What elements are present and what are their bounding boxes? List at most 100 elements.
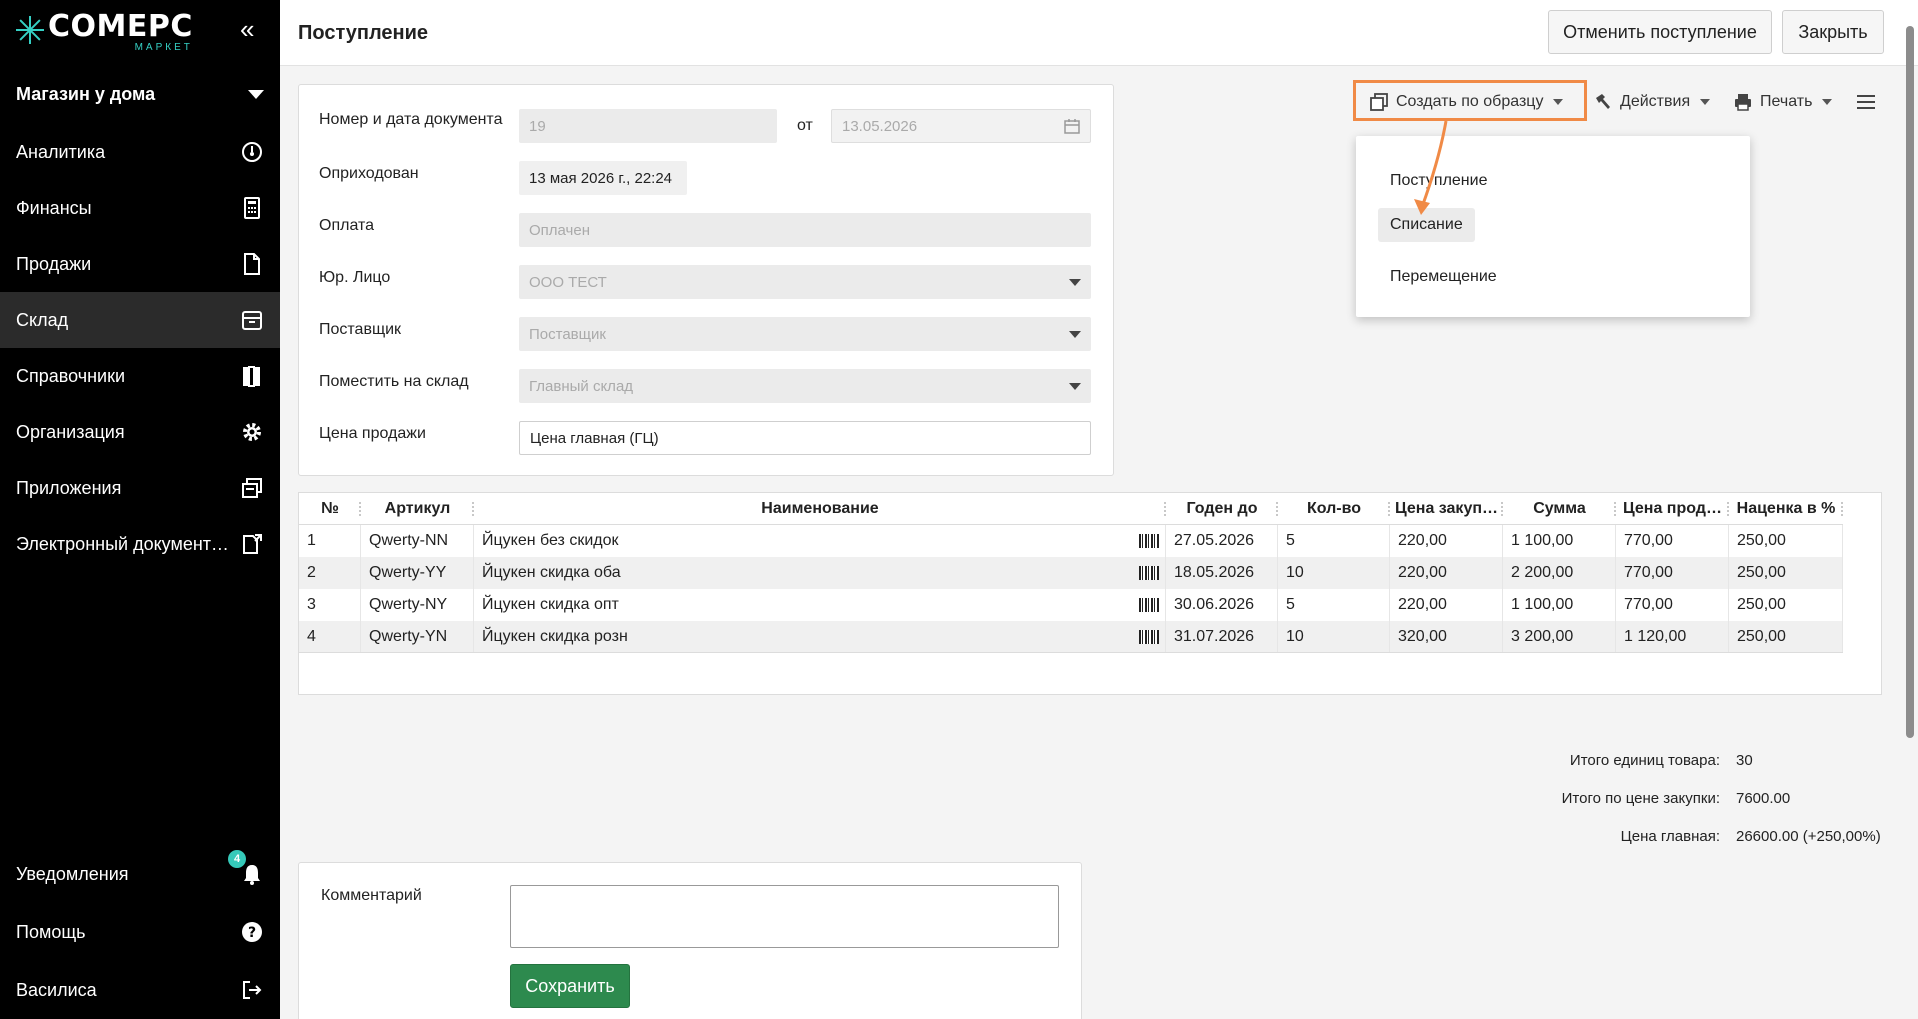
cell-name: Йцукен скидка оба	[474, 557, 1166, 589]
total-purchase-value: 7600.00	[1736, 790, 1791, 807]
nav-item-sales[interactable]: Продажи	[0, 236, 280, 292]
highlight-frame	[1353, 80, 1587, 121]
table-row[interactable]: 1 Qwerty-NN Йцукен без скидок 27.05.2026…	[299, 525, 1843, 557]
cancel-receipt-button[interactable]: Отменить поступление	[1548, 10, 1772, 54]
cell-markup: 250,00	[1729, 557, 1843, 589]
sale-price-value: Цена главная (ГЦ)	[530, 429, 659, 447]
menu-button[interactable]	[1856, 84, 1876, 120]
nav-item-apps[interactable]: Приложения	[0, 460, 280, 516]
col-header-markup[interactable]: Наценка в %	[1729, 493, 1843, 524]
cell-name-text: Йцукен скидка розн	[482, 627, 628, 645]
notifications-badge: 4	[228, 850, 246, 868]
col-header-sku[interactable]: Артикул	[361, 493, 474, 524]
nav-item-directories[interactable]: Справочники	[0, 348, 280, 404]
nav-item-user[interactable]: Василиса	[0, 961, 280, 1019]
cell-markup: 250,00	[1729, 525, 1843, 557]
nav-label: Приложения	[16, 477, 122, 498]
barcode-icon[interactable]	[1139, 629, 1159, 644]
doc-number-input[interactable]: 19	[519, 109, 777, 143]
doc-date-value: 13.05.2026	[842, 117, 918, 135]
edoc-icon	[240, 532, 264, 556]
nav-label: Аналитика	[16, 141, 106, 162]
save-button[interactable]: Сохранить	[510, 964, 630, 1008]
cell-sale-price: 770,00	[1616, 525, 1729, 557]
nav-item-warehouse[interactable]: Склад	[0, 292, 280, 348]
nav-item-finance[interactable]: Финансы	[0, 180, 280, 236]
hammer-icon	[1596, 94, 1610, 109]
warehouse-value: Главный склад	[529, 377, 634, 395]
barcode-icon[interactable]	[1139, 534, 1159, 548]
col-header-name[interactable]: Наименование	[474, 493, 1166, 524]
payment-value: Оплачен	[529, 221, 590, 239]
bell-icon: 4	[228, 850, 264, 886]
dropdown-item-transfer[interactable]: Перемещение	[1378, 260, 1509, 294]
posted-value-text: 13 мая 2026 г., 22:24	[529, 169, 673, 187]
box-icon	[240, 308, 264, 332]
cell-expiry: 18.05.2026	[1166, 557, 1278, 589]
table-row[interactable]: 2 Qwerty-YY Йцукен скидка оба 18.05.2026…	[299, 557, 1843, 589]
cell-markup: 250,00	[1729, 589, 1843, 621]
books-icon	[240, 364, 264, 388]
col-header-qty[interactable]: Кол-во	[1278, 493, 1390, 524]
nav-item-edoc[interactable]: Электронный документо…	[0, 516, 280, 572]
collapse-sidebar-icon[interactable]: «	[240, 16, 254, 42]
logo[interactable]: COMEPC МАРКЕТ	[16, 10, 193, 58]
cell-name-text: Йцукен без скидок	[482, 532, 619, 549]
barcode-icon[interactable]	[1139, 566, 1159, 580]
col-header-expiry[interactable]: Годен до	[1166, 493, 1278, 524]
doc-date-input[interactable]: 13.05.2026	[831, 109, 1091, 143]
sale-price-input[interactable]: Цена главная (ГЦ)	[519, 421, 1091, 455]
print-button[interactable]: Печать	[1734, 84, 1833, 120]
nav-label: Помощь	[16, 921, 86, 942]
nav-item-notifications[interactable]: Уведомления 4	[0, 845, 280, 903]
warehouse-select[interactable]: Главный склад	[519, 369, 1091, 403]
nav-label: Организация	[16, 421, 125, 442]
cell-qty: 10	[1278, 621, 1390, 652]
entity-value: ООО ТЕСТ	[529, 273, 607, 291]
supplier-select[interactable]: Поставщик	[519, 317, 1091, 351]
col-header-number[interactable]: №	[299, 493, 361, 524]
entity-select[interactable]: ООО ТЕСТ	[519, 265, 1091, 299]
nav-menu: Аналитика Финансы Продажи Склад Справочн…	[0, 124, 280, 572]
store-selector[interactable]: Магазин у дома	[0, 74, 280, 114]
col-header-sale-price[interactable]: Цена прод…	[1616, 493, 1729, 524]
comment-textarea[interactable]	[510, 885, 1059, 948]
table-row[interactable]: 3 Qwerty-NY Йцукен скидка опт 30.06.2026…	[299, 589, 1843, 621]
col-header-purchase-price[interactable]: Цена закуп…	[1390, 493, 1503, 524]
chevron-down-icon	[1700, 99, 1711, 105]
cell-sum: 1 100,00	[1503, 589, 1616, 621]
cell-sale-price: 1 120,00	[1616, 621, 1729, 652]
doc-number-label: Номер и дата документа	[319, 111, 503, 128]
page-scrollbar[interactable]	[1906, 26, 1914, 738]
hamburger-icon	[1857, 95, 1875, 109]
nav-item-organization[interactable]: Организация	[0, 404, 280, 460]
nav-item-help[interactable]: Помощь ?	[0, 903, 280, 961]
supplier-label: Поставщик	[319, 321, 402, 338]
total-purchase-label: Итого по цене закупки:	[1561, 790, 1720, 807]
cell-number: 2	[299, 557, 361, 589]
cell-sku: Qwerty-NY	[361, 589, 474, 621]
table-row[interactable]: 4 Qwerty-YN Йцукен скидка розн 31.07.202…	[299, 621, 1843, 653]
cell-purchase-price: 320,00	[1390, 621, 1503, 652]
comment-label: Комментарий	[321, 887, 422, 904]
cell-name: Йцукен скидка розн	[474, 621, 1166, 652]
close-button[interactable]: Закрыть	[1782, 10, 1884, 54]
cell-qty: 10	[1278, 557, 1390, 589]
cell-purchase-price: 220,00	[1390, 525, 1503, 557]
nav-label: Уведомления	[16, 863, 129, 884]
actions-button[interactable]: Действия	[1594, 84, 1711, 120]
page-title: Поступление	[298, 22, 429, 44]
payment-input[interactable]: Оплачен	[519, 213, 1091, 247]
warehouse-label: Поместить на склад	[319, 373, 469, 390]
supplier-placeholder: Поставщик	[529, 325, 606, 343]
pointer-arrow	[1414, 120, 1448, 215]
nav-item-analytics[interactable]: Аналитика	[0, 124, 280, 180]
actions-label: Действия	[1620, 93, 1691, 110]
barcode-icon[interactable]	[1139, 598, 1159, 612]
cell-name-text: Йцукен скидка опт	[482, 596, 619, 613]
logout-icon	[240, 978, 264, 1002]
chevron-down-icon	[1822, 99, 1833, 105]
posted-value: 13 мая 2026 г., 22:24	[519, 161, 687, 195]
cell-number: 3	[299, 589, 361, 621]
col-header-sum[interactable]: Сумма	[1503, 493, 1616, 524]
